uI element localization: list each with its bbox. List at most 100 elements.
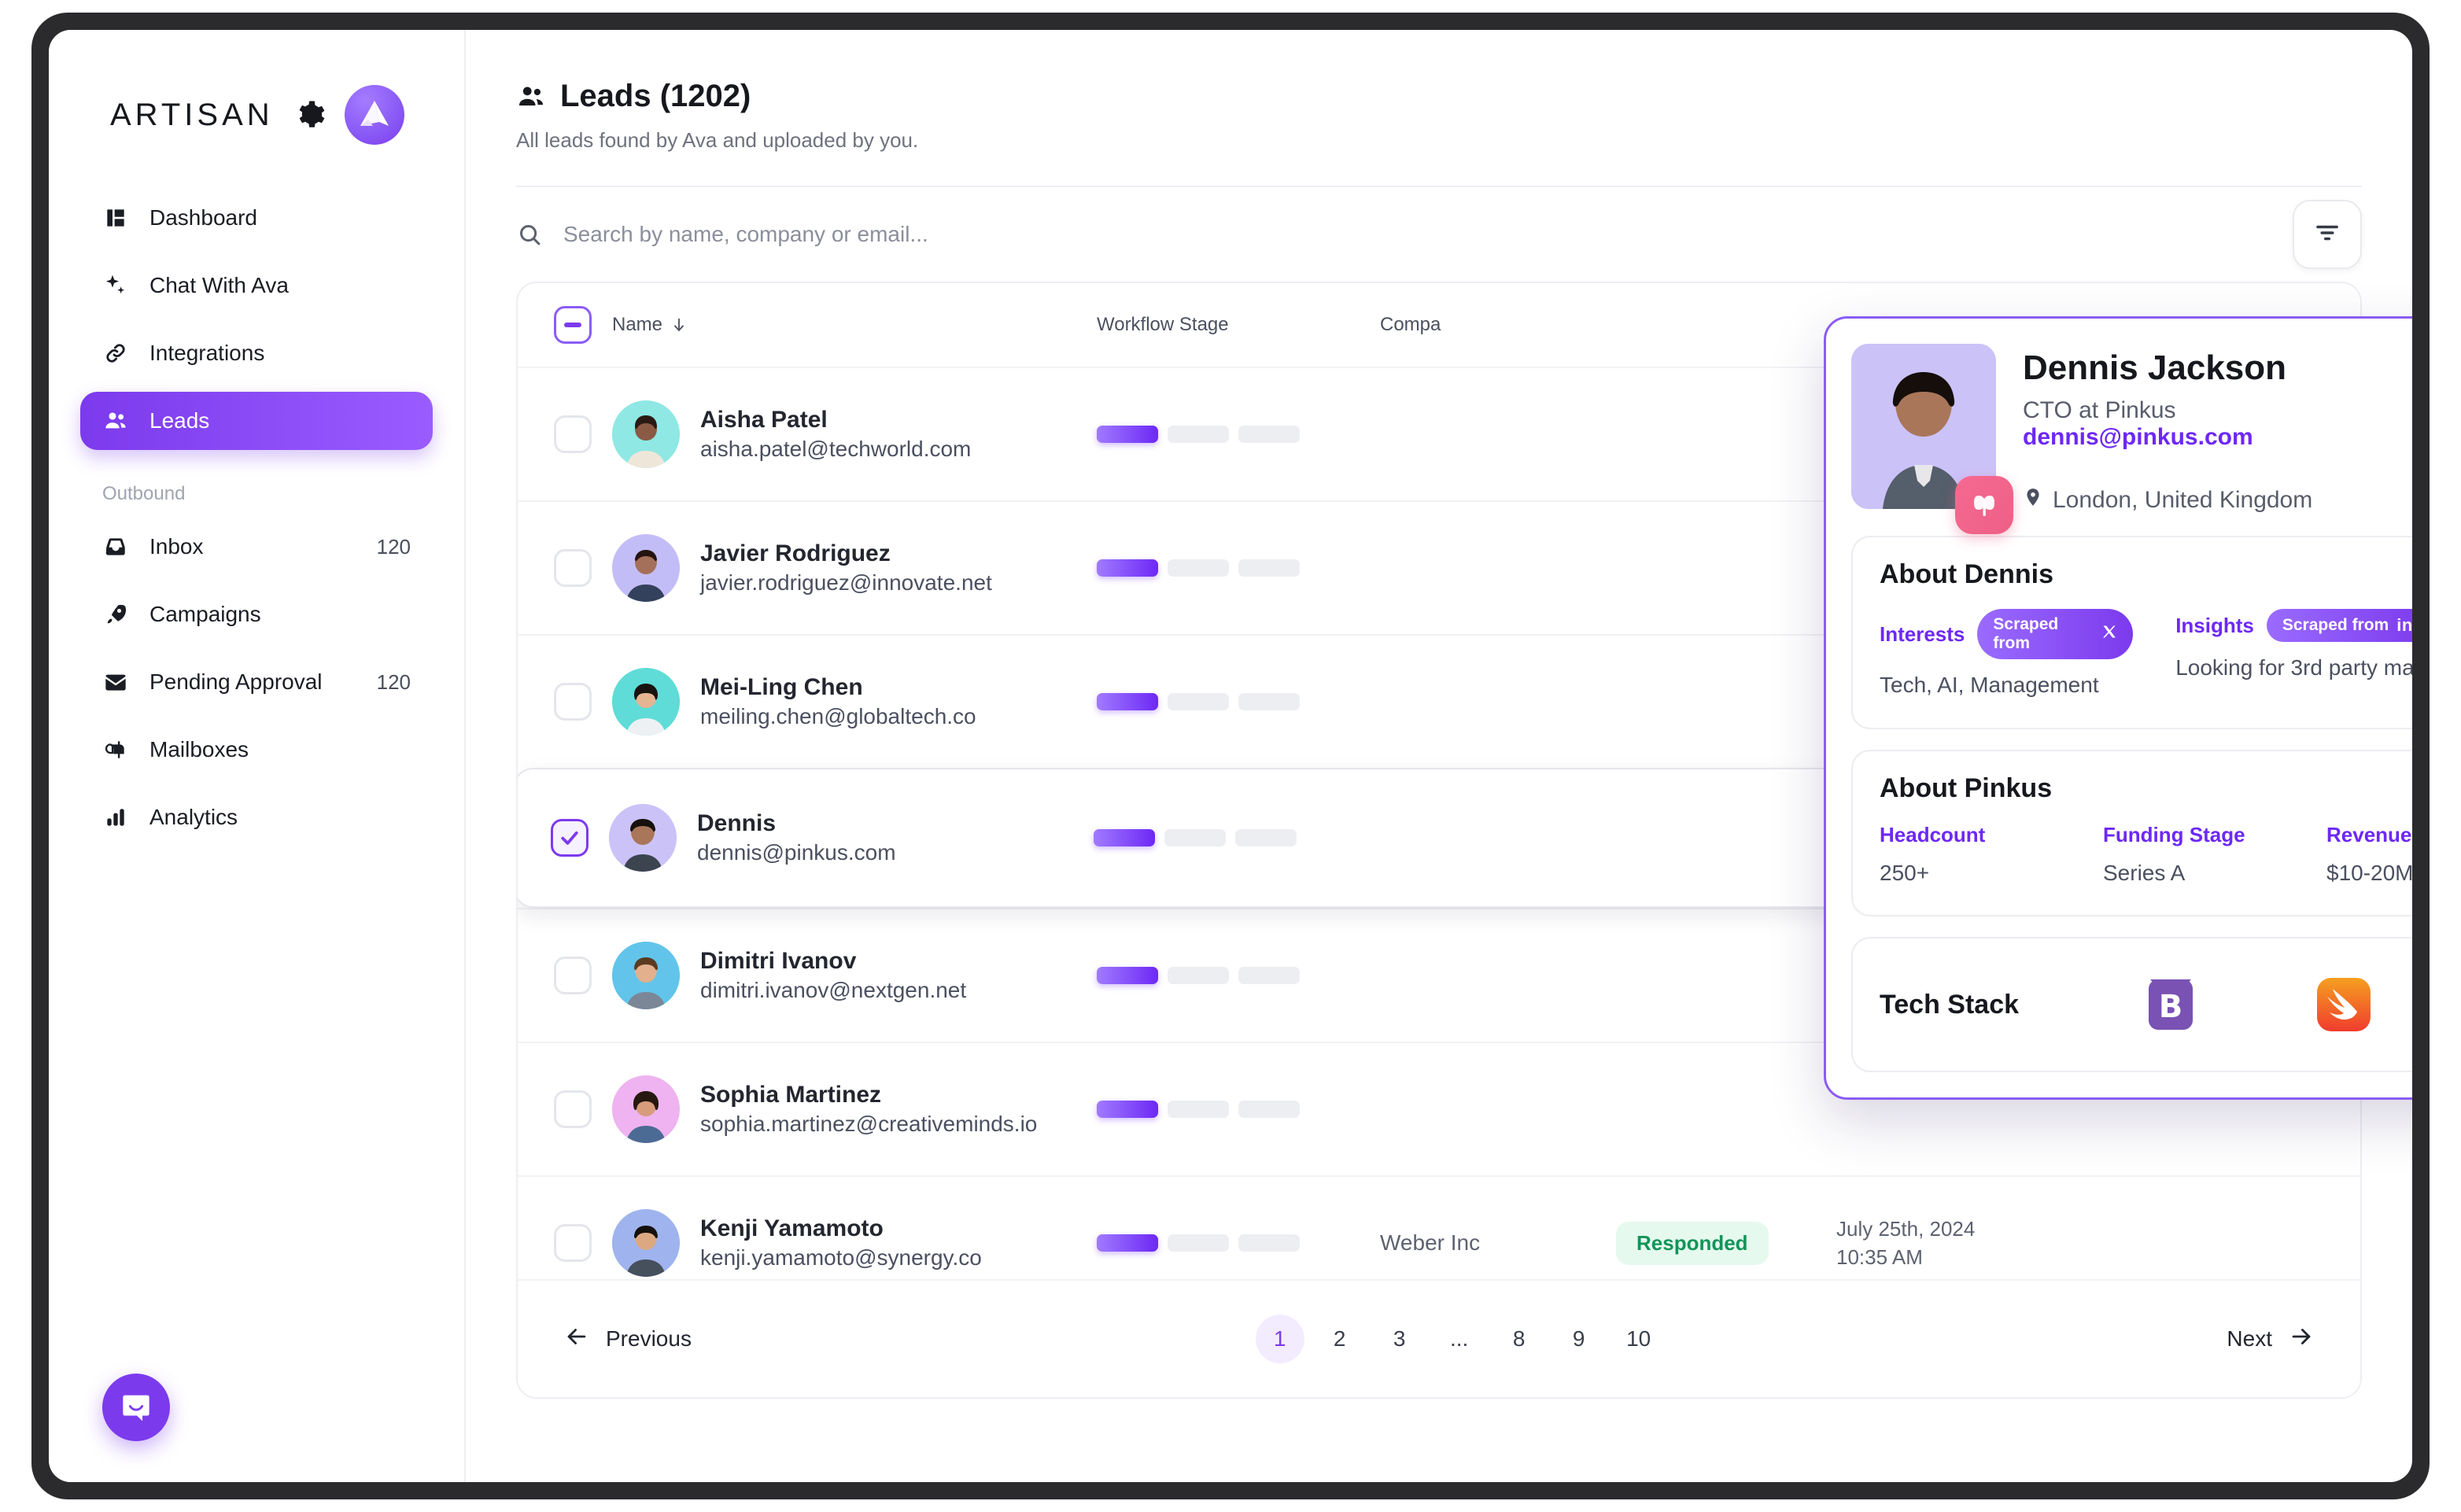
sidebar: ARTISAN Dashboard Chat With Ava Integrat…: [49, 30, 466, 1482]
app-window: ARTISAN Dashboard Chat With Ava Integrat…: [49, 30, 2412, 1482]
previous-button[interactable]: Previous: [563, 1323, 692, 1355]
workflow-stage-bars: [1097, 967, 1380, 984]
previous-label: Previous: [606, 1326, 692, 1351]
bar-chart-icon: [102, 804, 129, 831]
column-header-company[interactable]: Compa: [1380, 314, 1616, 336]
scraped-from-x-badge: Scraped from: [1977, 609, 2134, 659]
sidebar-item-leads[interactable]: Leads: [80, 392, 433, 450]
sidebar-item-label: Inbox: [149, 534, 204, 559]
column-header-workflow-stage[interactable]: Workflow Stage: [1097, 314, 1380, 336]
brand-wordmark: ARTISAN: [110, 97, 274, 132]
main-content: Leads (1202) All leads found by Ava and …: [466, 30, 2412, 1482]
sidebar-item-label: Campaigns: [149, 602, 261, 626]
sidebar-item-integrations[interactable]: Integrations: [80, 324, 433, 382]
lead-name: Aisha Patel: [700, 407, 828, 433]
insights-field: Insights Scraped from in Looking for 3rd…: [2175, 609, 2412, 701]
workflow-stage-bars: [1097, 559, 1380, 577]
pagination: Previous 1 2 3 ... 8 9 10 Next: [518, 1279, 2360, 1397]
scrape-badge-text: Scraped from: [1993, 615, 2059, 652]
row-checkbox[interactable]: [554, 683, 592, 721]
next-label: Next: [2227, 1326, 2272, 1351]
lead-email: dimitri.ivanov@nextgen.net: [700, 977, 967, 1002]
lead-name: Javier Rodriguez: [700, 540, 891, 567]
search-input[interactable]: [563, 222, 2272, 247]
lead-email: kenji.yamamoto@synergy.co: [700, 1245, 982, 1270]
row-checkbox[interactable]: [554, 549, 592, 587]
page-subtitle: All leads found by Ava and uploaded by y…: [516, 128, 919, 152]
interests-value: Tech, AI, Management: [1880, 673, 2099, 697]
users-icon: [102, 408, 129, 434]
page-number[interactable]: 10: [1614, 1315, 1663, 1363]
funding-stage-value: Series A: [2103, 860, 2186, 885]
detail-location-label: London, United Kingdom: [2053, 487, 2313, 513]
sidebar-item-label: Leads: [149, 408, 210, 433]
page-number[interactable]: 1: [1255, 1315, 1304, 1363]
users-icon: [516, 82, 546, 112]
detail-email-link[interactable]: dennis@pinkus.com: [2023, 424, 2253, 450]
headcount-label: Headcount: [1880, 822, 1986, 846]
insights-label: Insights: [2175, 613, 2254, 637]
detail-info: Dennis Jackson CTO at Pinkus dennis@pink…: [2023, 344, 2412, 515]
avatar: [612, 942, 680, 1009]
page-number[interactable]: 3: [1375, 1315, 1424, 1363]
intercom-chat-icon[interactable]: [102, 1374, 170, 1441]
detail-photo-wrap: [1851, 344, 2013, 534]
about-company-title: About Pinkus: [1880, 773, 2053, 803]
scrape-badge-text: Scraped from: [2282, 616, 2389, 634]
revenue-value: $10-20M: [2326, 860, 2412, 885]
tech-stack-logos: B: [2139, 973, 2412, 1036]
avatar: [612, 534, 680, 602]
sidebar-item-analytics[interactable]: Analytics: [80, 788, 433, 846]
bootstrap-icon: B: [2139, 973, 2202, 1036]
about-company-panel: About Pinkus Headcount 250+ Funding Stag…: [1851, 749, 2412, 917]
page-title: Leads (1202): [560, 79, 751, 113]
workflow-stage-bars: [1097, 426, 1380, 443]
lead-email: javier.rodriguez@innovate.net: [700, 570, 992, 595]
sidebar-item-mailboxes[interactable]: Mailboxes: [80, 721, 433, 779]
interests-field: Interests Scraped from Tech, AI, Managem…: [1880, 609, 2134, 701]
lead-detail-card: Dennis Jackson CTO at Pinkus dennis@pink…: [1824, 316, 2412, 1101]
workflow-stage-bars: [1097, 1234, 1380, 1252]
sidebar-item-inbox[interactable]: Inbox 120: [80, 518, 433, 576]
next-button[interactable]: Next: [2227, 1323, 2315, 1355]
sidebar-item-count: 120: [376, 669, 411, 694]
row-checkbox[interactable]: [554, 957, 592, 994]
sidebar-item-dashboard[interactable]: Dashboard: [80, 189, 433, 247]
sidebar-item-label: Chat With Ava: [149, 273, 289, 297]
avatar: [609, 804, 677, 872]
lead-name: Dimitri Ivanov: [700, 948, 857, 975]
lead-name: Sophia Martinez: [700, 1082, 882, 1108]
detail-name: Dennis Jackson: [2023, 348, 2287, 387]
about-person-fields: Interests Scraped from Tech, AI, Managem…: [1880, 609, 2412, 701]
x-twitter-icon: [2101, 624, 2117, 644]
page-number[interactable]: 9: [1555, 1315, 1603, 1363]
filter-button[interactable]: [2293, 200, 2362, 269]
gear-icon[interactable]: [293, 98, 326, 131]
select-all-checkbox[interactable]: [554, 306, 592, 344]
page-number[interactable]: 8: [1495, 1315, 1544, 1363]
status-badge-cell: Responded: [1616, 1221, 1836, 1265]
funding-stage-field: Funding Stage Series A: [2103, 823, 2284, 889]
funding-stage-label: Funding Stage: [2103, 822, 2245, 846]
row-checkbox[interactable]: [554, 415, 592, 453]
about-company-fields: Headcount 250+ Funding Stage Series A Re…: [1880, 823, 2412, 889]
row-checkbox[interactable]: [551, 819, 588, 857]
row-checkbox[interactable]: [554, 1090, 592, 1128]
sidebar-item-pending-approval[interactable]: Pending Approval 120: [80, 653, 433, 711]
artisan-logo-avatar[interactable]: [344, 85, 404, 145]
column-header-label: Name: [612, 314, 663, 335]
sidebar-item-chat-with-ava[interactable]: Chat With Ava: [80, 256, 433, 315]
revenue-label: Revenue: [2326, 822, 2412, 846]
sidebar-item-campaigns[interactable]: Campaigns: [80, 585, 433, 644]
lead-date: July 25th, 2024: [1836, 1216, 1976, 1241]
sidebar-section-outbound: Outbound: [102, 483, 186, 504]
headcount-field: Headcount 250+: [1880, 823, 2061, 889]
tech-stack-panel: Tech Stack B: [1851, 937, 2412, 1073]
row-checkbox[interactable]: [554, 1224, 592, 1262]
rocket-icon: [102, 601, 129, 628]
lead-name: Kenji Yamamoto: [700, 1215, 884, 1242]
avatar: [612, 1209, 680, 1277]
sort-down-icon: [670, 316, 688, 334]
page-number[interactable]: 2: [1315, 1315, 1364, 1363]
column-header-name[interactable]: Name: [612, 314, 688, 336]
